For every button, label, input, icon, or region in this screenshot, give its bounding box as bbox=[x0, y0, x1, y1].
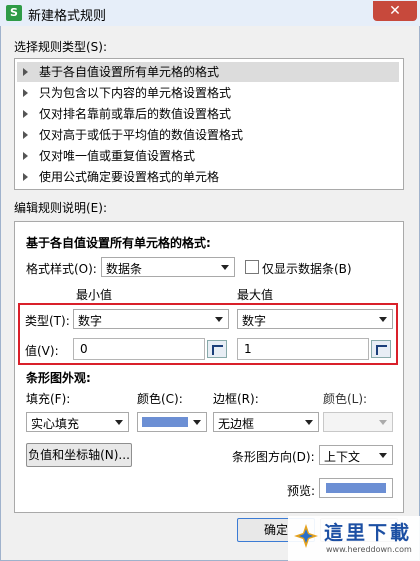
border-value: 无边框 bbox=[218, 417, 255, 431]
preview-bar bbox=[326, 483, 386, 493]
fill-color-select[interactable] bbox=[137, 412, 207, 432]
preview-label: 预览: bbox=[287, 484, 316, 498]
direction-select[interactable]: 上下文 bbox=[319, 445, 393, 465]
value-label: 值(V): bbox=[25, 344, 59, 358]
border-select[interactable]: 无边框 bbox=[213, 412, 319, 432]
max-value-text: 1 bbox=[244, 342, 252, 356]
max-type-value: 数字 bbox=[242, 314, 267, 328]
rule-type-item[interactable]: 仅对排名靠前或靠后的数值设置格式 bbox=[17, 104, 399, 124]
triangle-icon bbox=[23, 110, 28, 118]
fill-value: 实心填充 bbox=[31, 417, 80, 431]
rule-type-item[interactable]: 使用公式确定要设置格式的单元格 bbox=[17, 167, 399, 187]
border-label: 边框(R): bbox=[213, 392, 259, 406]
negative-axis-button[interactable]: 负值和坐标轴(N)... bbox=[26, 443, 132, 467]
dropdown-arrow-icon bbox=[221, 265, 229, 270]
format-style-label: 格式样式(O): bbox=[26, 262, 97, 276]
show-bar-only-checkbox[interactable] bbox=[245, 260, 259, 274]
color-label: 颜色(C): bbox=[137, 392, 183, 406]
close-button[interactable]: ✕ bbox=[373, 1, 417, 21]
min-value-text: 0 bbox=[80, 342, 88, 356]
rule-type-item-label: 仅对排名靠前或靠后的数值设置格式 bbox=[39, 107, 232, 121]
format-style-select[interactable]: 数据条 bbox=[101, 257, 235, 277]
rule-type-item[interactable]: 仅对唯一值或重复值设置格式 bbox=[17, 146, 399, 166]
min-header: 最小值 bbox=[76, 288, 113, 302]
color-swatch bbox=[142, 417, 188, 427]
triangle-icon bbox=[23, 89, 28, 97]
rule-type-item-label: 仅对高于或低于平均值的数值设置格式 bbox=[39, 128, 244, 142]
rule-type-item-label: 仅对唯一值或重复值设置格式 bbox=[39, 149, 196, 163]
triangle-icon bbox=[23, 173, 28, 181]
cell-picker-icon[interactable] bbox=[207, 340, 227, 358]
cell-picker-icon[interactable] bbox=[371, 340, 391, 358]
preview-box bbox=[319, 478, 393, 498]
triangle-icon bbox=[23, 68, 28, 76]
bar-appearance-label: 条形图外观: bbox=[26, 371, 91, 385]
min-type-select[interactable]: 数字 bbox=[73, 309, 229, 329]
dropdown-arrow-icon bbox=[379, 453, 387, 458]
watermark: 這里下載 www.hereddown.com bbox=[288, 516, 420, 561]
watermark-url: www.hereddown.com bbox=[326, 545, 412, 554]
fill-select[interactable]: 实心填充 bbox=[26, 412, 129, 432]
dropdown-arrow-icon bbox=[115, 420, 123, 425]
dropdown-arrow-icon bbox=[193, 420, 201, 425]
border-color-label: 颜色(L): bbox=[323, 392, 368, 406]
description-heading: 基于各自值设置所有单元格的格式: bbox=[26, 236, 211, 250]
triangle-icon bbox=[23, 131, 28, 139]
fill-label: 填充(F): bbox=[26, 392, 71, 406]
rule-type-item-label: 使用公式确定要设置格式的单元格 bbox=[39, 170, 220, 184]
type-label: 类型(T): bbox=[25, 314, 70, 328]
watermark-text: 這里下載 bbox=[324, 522, 413, 544]
dropdown-arrow-icon bbox=[379, 317, 387, 322]
dropdown-arrow-icon bbox=[379, 420, 387, 425]
rule-type-item[interactable]: 仅对高于或低于平均值的数值设置格式 bbox=[17, 125, 399, 145]
direction-label: 条形图方向(D): bbox=[232, 450, 315, 464]
format-style-value: 数据条 bbox=[106, 262, 143, 276]
dropdown-arrow-icon bbox=[215, 317, 223, 322]
rule-type-item-label: 基于各自值设置所有单元格的格式 bbox=[39, 65, 220, 79]
watermark-logo-icon bbox=[294, 524, 318, 548]
rule-type-item[interactable]: 基于各自值设置所有单元格的格式 bbox=[17, 62, 399, 82]
rule-type-list[interactable]: 基于各自值设置所有单元格的格式 只为包含以下内容的单元格设置格式 仅对排名靠前或… bbox=[14, 58, 404, 190]
max-type-select[interactable]: 数字 bbox=[237, 309, 393, 329]
dropdown-arrow-icon bbox=[305, 420, 313, 425]
min-type-value: 数字 bbox=[78, 314, 103, 328]
border-color-select[interactable] bbox=[323, 412, 393, 432]
min-value-input[interactable]: 0 bbox=[73, 338, 205, 360]
triangle-icon bbox=[23, 152, 28, 160]
rule-type-item-label: 只为包含以下内容的单元格设置格式 bbox=[39, 86, 232, 100]
show-bar-only-label: 仅显示数据条(B) bbox=[262, 262, 352, 276]
app-icon: S bbox=[6, 5, 22, 21]
direction-value: 上下文 bbox=[324, 450, 361, 464]
edit-rule-label: 编辑规则说明(E): bbox=[14, 201, 107, 215]
window-title: 新建格式规则 bbox=[28, 9, 107, 24]
rule-type-label: 选择规则类型(S): bbox=[14, 40, 108, 54]
max-header: 最大值 bbox=[237, 288, 274, 302]
rule-type-item[interactable]: 只为包含以下内容的单元格设置格式 bbox=[17, 83, 399, 103]
max-value-input[interactable]: 1 bbox=[237, 338, 369, 360]
